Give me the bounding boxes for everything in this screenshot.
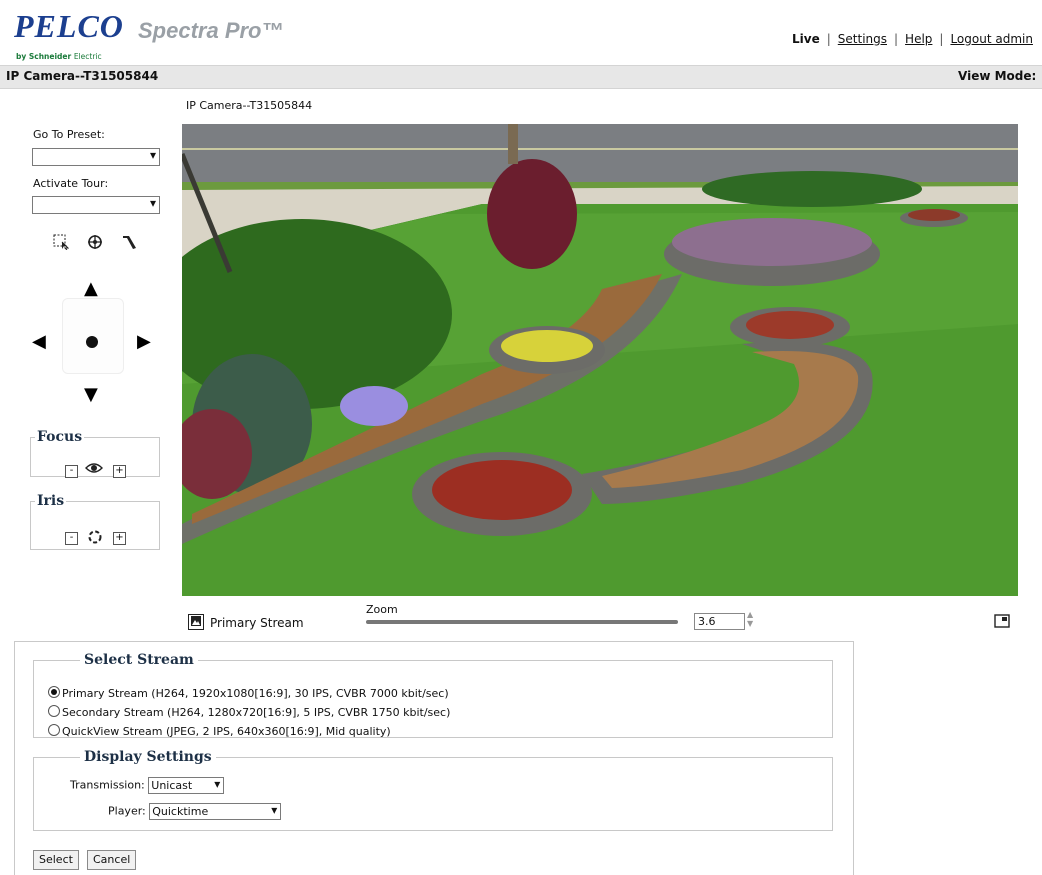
pan-up-icon[interactable]: ▲	[84, 278, 98, 299]
iris-plus-button[interactable]: +	[113, 532, 126, 545]
product-name: Spectra Pro™	[138, 18, 284, 43]
area-zoom-icon[interactable]	[52, 234, 70, 252]
preset-select[interactable]: ▾	[32, 148, 160, 166]
popout-window-icon[interactable]	[994, 614, 1010, 628]
iris-minus-button[interactable]: -	[65, 532, 78, 545]
preset-label: Go To Preset:	[33, 128, 105, 141]
nav-help[interactable]: Help	[905, 32, 932, 46]
iris-group: Iris - +	[30, 493, 160, 550]
stream-settings-panel: Select Stream Primary Stream (H264, 1920…	[14, 641, 854, 875]
iris-auto-icon[interactable]	[87, 529, 103, 549]
radio-icon	[48, 724, 60, 736]
tour-label: Activate Tour:	[33, 177, 109, 190]
wiper-icon[interactable]	[120, 234, 138, 252]
focus-auto-icon[interactable]	[85, 461, 103, 479]
nav-logout[interactable]: Logout admin	[950, 32, 1033, 46]
stream-option[interactable]: Secondary Stream (H264, 1280x720[16:9], …	[48, 705, 450, 719]
zoom-spinner-icon[interactable]: ▲ ▼	[747, 610, 753, 628]
display-settings-legend: Display Settings	[84, 749, 212, 765]
chevron-down-icon: ▾	[214, 777, 221, 791]
focus-plus-button[interactable]: +	[113, 465, 126, 478]
transmission-row: Transmission: Unicast ▾	[70, 777, 225, 794]
camera-image	[182, 124, 1018, 596]
zoom-label: Zoom	[366, 603, 398, 616]
pelco-logo: PELCO Spectra Pro™ by Schneider Electric	[14, 8, 284, 61]
display-settings-group: Display Settings Transmission: Unicast ▾ …	[33, 749, 833, 831]
video-title: IP Camera--T31505844	[186, 99, 313, 112]
select-stream-legend: Select Stream	[84, 652, 194, 668]
cancel-button[interactable]: Cancel	[87, 850, 137, 870]
stream-option[interactable]: QuickView Stream (JPEG, 2 IPS, 640x360[1…	[48, 724, 391, 738]
transmission-select[interactable]: Unicast ▾	[148, 777, 225, 794]
radio-selected-icon	[48, 686, 60, 698]
pan-right-icon[interactable]: ▶	[137, 331, 151, 352]
pan-left-icon[interactable]: ◀	[32, 331, 46, 352]
ptz-control: ▲ ▼ ◀ ▶	[32, 278, 151, 405]
select-button[interactable]: Select	[33, 850, 79, 870]
stream-option[interactable]: Primary Stream (H264, 1920x1080[16:9], 3…	[48, 686, 449, 700]
tour-select[interactable]: ▾	[32, 196, 160, 214]
focus-legend: Focus	[37, 429, 83, 445]
nav-settings[interactable]: Settings	[838, 32, 887, 46]
schneider-brand: by Schneider Electric	[16, 52, 102, 61]
player-row: Player: Quicktime ▾	[108, 803, 282, 820]
pan-down-icon[interactable]: ▼	[84, 384, 98, 405]
video-feed[interactable]	[182, 124, 1018, 596]
view-mode: View Mode:	[958, 69, 1037, 83]
ptz-home-icon[interactable]	[86, 336, 98, 348]
zoom-slider[interactable]	[366, 620, 678, 624]
zoom-input[interactable]: 3.6	[694, 613, 745, 630]
focus-minus-button[interactable]: -	[65, 465, 78, 478]
chevron-down-icon: ▾	[271, 803, 278, 817]
nav-live[interactable]: Live	[792, 32, 820, 46]
stream-label: Primary Stream	[210, 616, 304, 630]
top-nav: Live | Settings | Help | Logout admin	[792, 32, 1033, 46]
center-target-icon[interactable]	[86, 234, 104, 252]
chevron-down-icon: ▾	[149, 148, 156, 162]
chevron-down-icon: ▾	[149, 196, 156, 210]
title-bar: IP Camera--T31505844 View Mode:	[0, 65, 1042, 89]
transmission-label: Transmission:	[70, 778, 145, 792]
brand-name: PELCO	[14, 8, 124, 44]
focus-group: Focus - +	[30, 429, 160, 479]
iris-legend: Iris	[37, 493, 65, 509]
player-label: Player:	[108, 804, 146, 818]
snapshot-icon[interactable]	[188, 614, 204, 630]
radio-icon	[48, 705, 60, 717]
video-toolbar: Primary Stream Zoom 3.6 ▲ ▼	[182, 600, 1018, 634]
player-select[interactable]: Quicktime ▾	[149, 803, 282, 820]
select-stream-group: Select Stream Primary Stream (H264, 1920…	[33, 652, 833, 738]
camera-title: IP Camera--T31505844	[6, 69, 159, 83]
